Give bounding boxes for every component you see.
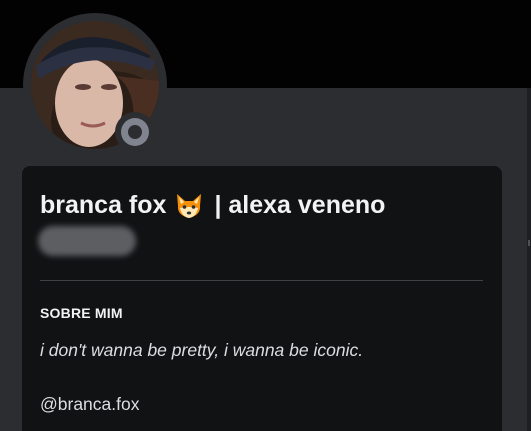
scrollbar-thumb[interactable]: [528, 240, 530, 246]
about-me-heading: SOBRE MIM: [40, 305, 123, 321]
profile-name-row: branca fox | alexa veneno: [40, 188, 385, 222]
profile-handle: @branca.fox: [40, 394, 140, 414]
fox-face-emoji-icon: [174, 190, 204, 220]
scrollbar-track[interactable]: [527, 88, 531, 431]
about-me-text: i don't wanna be pretty, i wanna be icon…: [40, 340, 364, 360]
card-divider: [40, 280, 483, 281]
display-name: branca fox: [40, 190, 167, 219]
offline-status-hole: [128, 125, 142, 139]
redacted-username: [38, 226, 136, 256]
display-name-suffix: | alexa veneno: [214, 190, 386, 219]
